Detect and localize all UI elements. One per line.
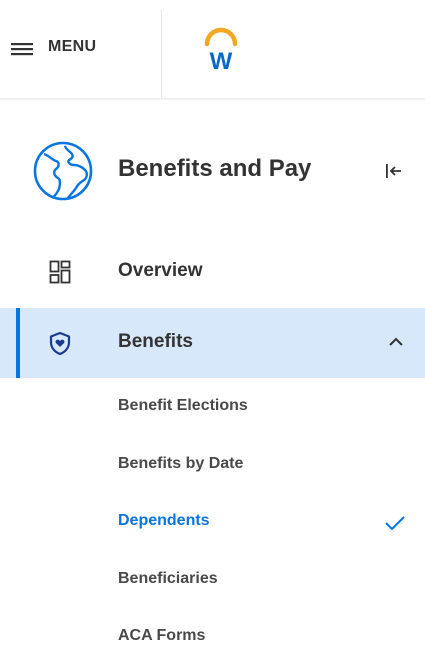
sub-item-label: Dependents bbox=[118, 512, 210, 529]
workday-sidebar: MENU W Benefits and Pay Overview Benefit… bbox=[0, 0, 425, 649]
globe-icon bbox=[33, 141, 93, 201]
section-title: Benefits and Pay bbox=[118, 155, 312, 182]
header-divider bbox=[161, 10, 162, 98]
sub-item-label: Benefit Elections bbox=[118, 397, 248, 414]
nav-item-label: Benefits bbox=[118, 331, 193, 352]
logo-letter: W bbox=[210, 48, 233, 71]
menu-button[interactable]: MENU bbox=[0, 0, 162, 98]
sub-item-label: Beneficiaries bbox=[118, 570, 218, 587]
sub-item-dependents[interactable]: Dependents bbox=[0, 499, 425, 545]
menu-label: MENU bbox=[48, 38, 97, 55]
sub-item-label: ACA Forms bbox=[118, 627, 206, 644]
nav-item-label: Overview bbox=[118, 260, 203, 281]
sub-item-aca-forms[interactable]: ACA Forms bbox=[0, 614, 425, 649]
sub-item-benefits-by-date[interactable]: Benefits by Date bbox=[0, 442, 425, 488]
sub-item-label: Benefits by Date bbox=[118, 455, 244, 472]
nav-item-overview[interactable]: Overview bbox=[0, 237, 425, 307]
nav-item-benefits[interactable]: Benefits bbox=[0, 308, 425, 378]
workday-logo-icon[interactable]: W bbox=[202, 27, 240, 71]
selected-accent-bar bbox=[16, 308, 20, 378]
collapse-sidebar-icon[interactable] bbox=[383, 161, 405, 181]
hamburger-icon bbox=[11, 43, 33, 56]
checkmark-icon bbox=[385, 516, 405, 531]
sub-item-beneficiaries[interactable]: Beneficiaries bbox=[0, 557, 425, 603]
top-bar: MENU W bbox=[0, 0, 425, 100]
shield-heart-icon bbox=[49, 331, 71, 355]
dashboard-grid-icon bbox=[49, 260, 71, 284]
sub-item-benefit-elections[interactable]: Benefit Elections bbox=[0, 384, 425, 430]
chevron-up-icon[interactable] bbox=[386, 335, 406, 349]
section-header: Benefits and Pay bbox=[0, 130, 425, 210]
